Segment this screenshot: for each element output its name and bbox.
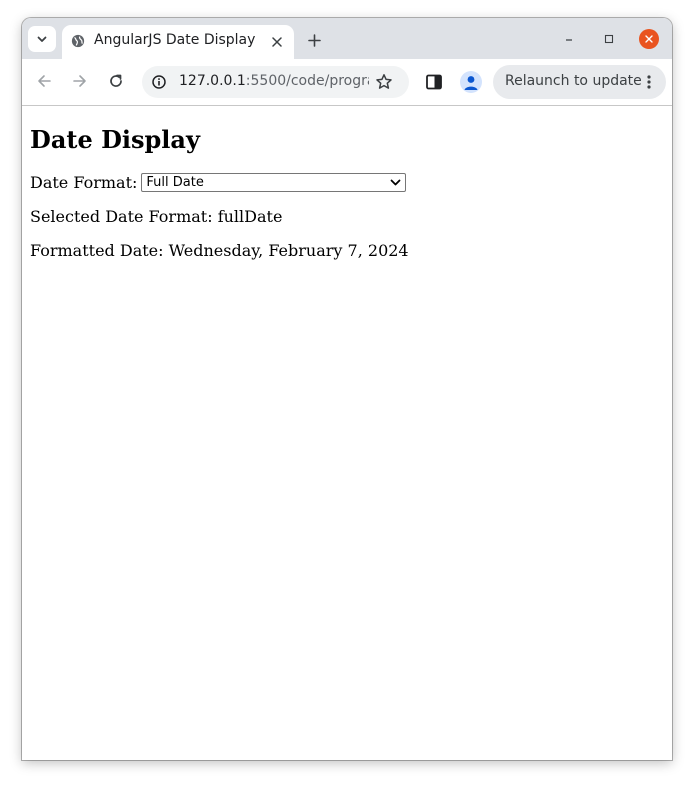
chevron-down-icon xyxy=(390,179,401,186)
date-format-select[interactable]: Full Date xyxy=(141,173,407,192)
address-bar[interactable]: 127.0.0.1:5500/code/progra... xyxy=(142,66,409,98)
tab-active[interactable]: AngularJS Date Display xyxy=(62,25,294,59)
tab-search-button[interactable] xyxy=(28,26,56,52)
reload-button[interactable] xyxy=(105,70,127,92)
page-content: Date Display Date Format: Full Date Sele… xyxy=(22,106,672,760)
new-tab-button[interactable] xyxy=(302,29,326,51)
page-title: Date Display xyxy=(30,125,200,154)
back-arrow-icon xyxy=(38,75,51,87)
browser-window: AngularJS Date Display 127.0.0.1:5500/co… xyxy=(22,18,672,760)
relaunch-button[interactable]: Relaunch to update xyxy=(493,65,666,99)
info-icon[interactable] xyxy=(152,75,166,89)
maximize-button[interactable] xyxy=(599,29,619,49)
formatted-date-line: Formatted Date: Wednesday, February 7, 2… xyxy=(30,241,409,260)
date-format-label: Date Format: xyxy=(30,173,138,192)
selected-format-line: Selected Date Format: fullDate xyxy=(30,207,282,226)
tab-strip: AngularJS Date Display xyxy=(22,18,672,59)
back-button[interactable] xyxy=(33,70,55,92)
more-vert-icon xyxy=(647,75,651,89)
reload-icon xyxy=(110,74,122,87)
window-close-button[interactable] xyxy=(639,29,659,49)
url-text: 127.0.0.1:5500/code/progra... xyxy=(179,73,369,89)
star-icon[interactable] xyxy=(375,73,393,91)
plus-icon xyxy=(307,33,321,47)
date-format-selected-value: Full Date xyxy=(146,175,204,190)
close-icon xyxy=(272,37,282,47)
formatted-date-prefix: Formatted Date: xyxy=(30,241,169,260)
window-close-icon xyxy=(645,35,653,43)
relaunch-label: Relaunch to update xyxy=(505,73,642,89)
url-path: :5500/code/progra... xyxy=(245,73,369,89)
forward-arrow-icon xyxy=(73,75,86,87)
profile-button[interactable] xyxy=(460,71,482,93)
minimize-button[interactable] xyxy=(559,29,579,49)
maximize-icon xyxy=(604,34,614,44)
tab-search-icon xyxy=(37,36,47,42)
formatted-date-value: Wednesday, February 7, 2024 xyxy=(168,241,409,260)
url-host: 127.0.0.1 xyxy=(179,73,246,89)
globe-icon xyxy=(71,34,85,48)
selected-format-prefix: Selected Date Format: xyxy=(30,207,218,226)
selected-format-value: fullDate xyxy=(217,207,283,226)
profile-icon xyxy=(464,76,478,90)
tab-close-button[interactable] xyxy=(269,34,285,50)
forward-button[interactable] xyxy=(69,70,91,92)
minimize-icon xyxy=(566,39,572,41)
tab-title: AngularJS Date Display xyxy=(94,32,256,48)
toolbar: 127.0.0.1:5500/code/progra... Relaunch t… xyxy=(22,59,672,106)
date-format-row: Date Format: Full Date xyxy=(30,173,407,192)
side-panel-icon[interactable] xyxy=(425,73,443,91)
